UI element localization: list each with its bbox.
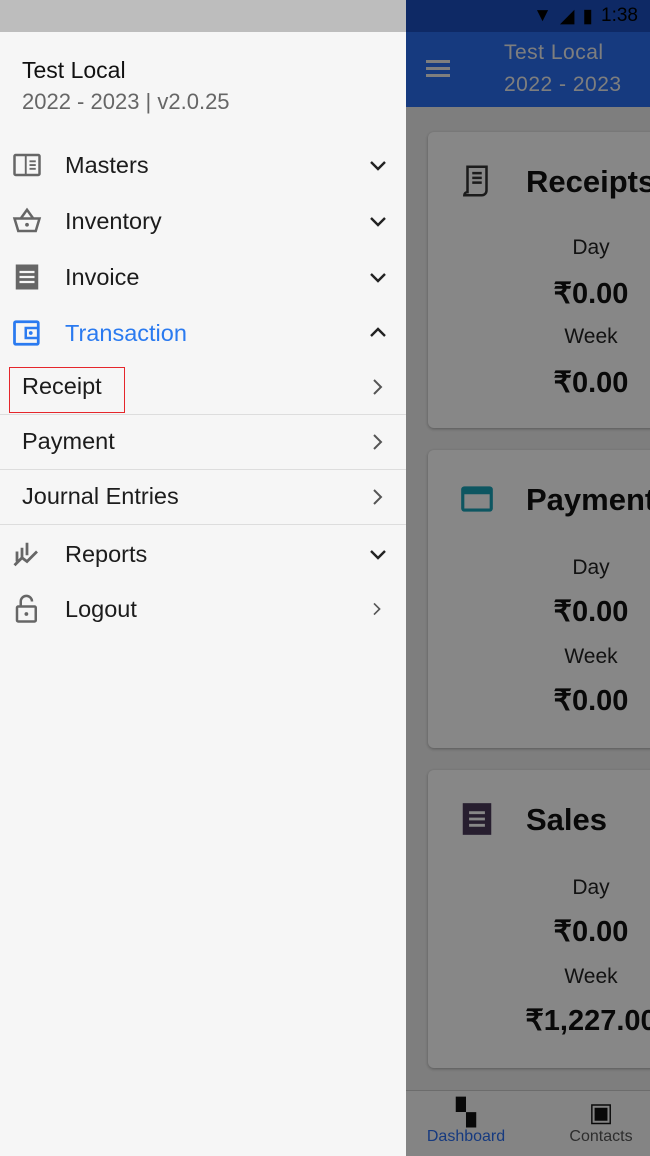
nav-drawer: Test Local 2022 - 2023 | v2.0.25 Masters…: [0, 0, 406, 1156]
item-label: Reports: [65, 540, 148, 567]
basket-icon: [12, 207, 42, 233]
item-label: Masters: [65, 151, 149, 178]
chevron-up-icon: [370, 327, 386, 337]
item-label: Inventory: [65, 207, 162, 234]
chart-icon: [13, 542, 38, 567]
drawer-item-transaction[interactable]: Transaction: [0, 305, 406, 361]
chevron-down-icon: [370, 550, 386, 560]
item-label: Logout: [65, 595, 137, 622]
drawer-item-inventory[interactable]: Inventory: [0, 193, 406, 249]
drawer-item-logout[interactable]: Logout: [0, 581, 406, 637]
item-label: Journal Entries: [22, 483, 179, 509]
highlight-box: [9, 367, 125, 413]
chevron-right-icon: [373, 379, 383, 395]
chevron-right-icon: [373, 602, 381, 616]
book-icon: [13, 153, 41, 177]
item-label: Payment: [22, 428, 115, 454]
chevron-down-icon: [370, 273, 386, 283]
chevron-down-icon: [370, 161, 386, 171]
drawer-subitem-payment[interactable]: Payment: [0, 415, 406, 470]
version-text: 2022 - 2023 | v2.0.25: [22, 89, 230, 114]
chevron-right-icon: [373, 489, 383, 505]
chevron-right-icon: [373, 434, 383, 450]
company-name: Test Local: [22, 57, 126, 83]
drawer-item-reports[interactable]: Reports: [0, 526, 406, 582]
drawer-item-invoice[interactable]: Invoice: [0, 249, 406, 305]
invoice-icon: [15, 264, 39, 290]
chevron-down-icon: [370, 217, 386, 227]
wallet-icon: [13, 320, 40, 346]
lock-icon: [15, 594, 37, 623]
item-label: Transaction: [65, 319, 187, 346]
item-label: Invoice: [65, 263, 140, 290]
drawer-item-masters[interactable]: Masters: [0, 137, 406, 193]
drawer-subitem-journal-entries[interactable]: Journal Entries: [0, 470, 406, 525]
